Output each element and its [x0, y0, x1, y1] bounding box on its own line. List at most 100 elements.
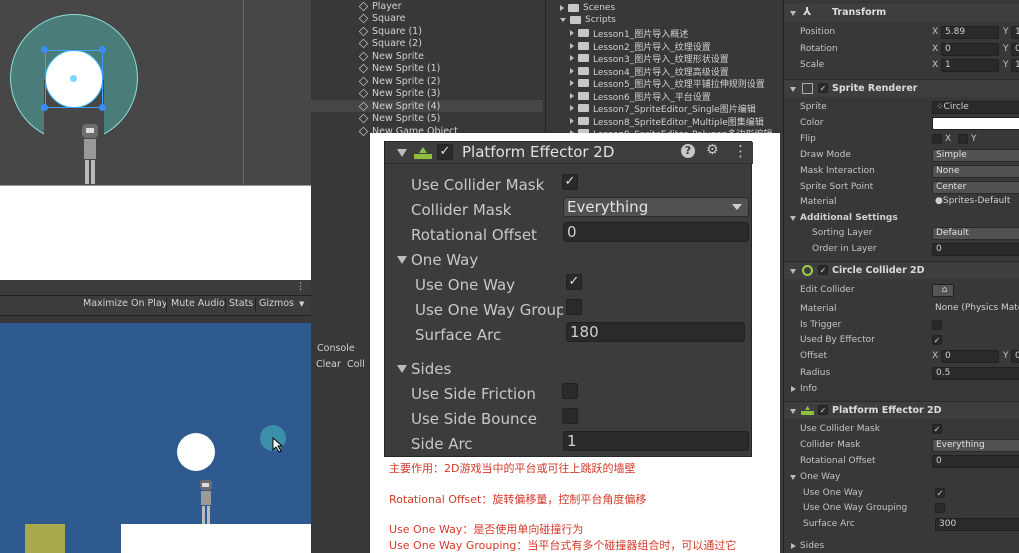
offset-x-field[interactable]: 0 — [941, 350, 999, 363]
pivot-handle[interactable] — [70, 75, 77, 82]
expand-icon[interactable] — [570, 30, 574, 36]
game-view[interactable] — [0, 323, 311, 553]
use-collider-mask-checkbox[interactable]: ✓ — [562, 174, 578, 190]
use-side-bounce-checkbox[interactable] — [562, 408, 578, 424]
use-side-friction-checkbox[interactable] — [562, 383, 578, 399]
fold-icon[interactable] — [397, 149, 407, 157]
mask-interaction-dropdown[interactable]: None — [932, 165, 1019, 178]
collapse-icon[interactable] — [560, 18, 566, 22]
rect-handle[interactable] — [99, 104, 106, 111]
hierarchy-item[interactable]: Square — [358, 12, 405, 24]
console-collapse-button[interactable]: Coll — [347, 359, 365, 370]
expand-icon[interactable] — [791, 386, 796, 392]
hierarchy-item[interactable]: Square (1) — [358, 25, 422, 37]
collider-mask-dropdown[interactable]: Everything — [932, 439, 1019, 452]
rect-handle[interactable] — [99, 46, 106, 53]
hierarchy-panel[interactable]: Player Square Square (1) Square (2) New … — [311, 0, 543, 137]
expand-icon[interactable] — [791, 543, 796, 549]
sprite-field[interactable]: ⁘Circle — [932, 101, 1019, 114]
preset-icon[interactable]: ⚙ — [706, 142, 719, 158]
material-field[interactable]: ●Sprites-Default — [932, 196, 1019, 209]
fold-icon[interactable] — [790, 11, 796, 16]
console-clear-button[interactable]: Clear — [316, 359, 341, 370]
hierarchy-item[interactable]: New Sprite — [358, 50, 424, 62]
circle-collider-header[interactable]: ✓ Circle Collider 2D — [784, 261, 1019, 279]
transform-header[interactable]: ⅄ Transform — [784, 4, 1019, 22]
draw-mode-dropdown[interactable]: Simple — [932, 149, 1019, 162]
sides-foldout[interactable]: Sides — [385, 356, 753, 381]
scene-view[interactable] — [0, 0, 311, 280]
hierarchy-item[interactable]: New Sprite (2) — [358, 75, 440, 87]
folder-item[interactable]: Lesson2_图片导入_纹理设置 — [570, 40, 711, 53]
one-way-foldout[interactable]: One Way — [385, 247, 753, 272]
expand-icon[interactable] — [560, 5, 564, 11]
fold-icon[interactable] — [790, 409, 796, 414]
is-trigger-checkbox[interactable] — [932, 320, 942, 330]
folder-item[interactable]: Lesson4_图片导入_纹理高级设置 — [570, 65, 729, 78]
expand-icon[interactable] — [570, 93, 574, 99]
enabled-checkbox[interactable]: ✓ — [818, 265, 828, 275]
fold-icon[interactable] — [397, 256, 407, 264]
folder-item[interactable]: Scripts — [560, 14, 616, 26]
use-one-way-checkbox[interactable]: ✓ — [566, 274, 582, 290]
mute-audio-button[interactable]: Mute Audio — [171, 298, 225, 309]
edit-collider-button[interactable]: ⌂ — [932, 284, 954, 297]
enabled-checkbox[interactable]: ✓ — [437, 144, 453, 160]
rotational-offset-field[interactable]: 0 — [932, 455, 1019, 468]
hierarchy-item[interactable]: New Sprite (5) — [358, 112, 440, 124]
folder-item[interactable]: Lesson6_图片导入_平台设置 — [570, 90, 711, 103]
rotational-offset-field[interactable]: 0 — [563, 222, 749, 242]
collider-mask-dropdown[interactable]: Everything — [563, 197, 749, 217]
order-in-layer-field[interactable]: 0 — [932, 243, 1019, 256]
use-collider-mask-checkbox[interactable]: ✓ — [932, 424, 942, 434]
folder-item[interactable]: Lesson3_图片导入_纹理形状设置 — [570, 52, 729, 65]
fold-icon[interactable] — [790, 269, 796, 274]
fold-icon[interactable] — [790, 475, 796, 480]
gizmos-dropdown-icon[interactable]: ▼ — [299, 300, 304, 308]
position-x-field[interactable]: 5.89 — [941, 26, 999, 39]
one-way-foldout[interactable]: One Way — [784, 470, 1019, 485]
maximize-on-play-button[interactable]: Maximize On Play — [83, 298, 167, 309]
info-foldout[interactable]: Info — [784, 382, 1019, 397]
folder-item[interactable]: Lesson8_SpriteEditor_Multiple图集编辑 — [570, 115, 764, 128]
rotation-y-field[interactable]: 0 — [1011, 43, 1019, 56]
project-panel[interactable]: Scenes Scripts Lesson1_图片导入概述 Lesson2_图片… — [545, 0, 782, 140]
platform-effector-header[interactable]: ✓ Platform Effector 2D — [784, 401, 1019, 419]
flip-y-checkbox[interactable] — [958, 134, 968, 144]
offset-y-field[interactable]: 0 — [1011, 350, 1019, 363]
collider-material-field[interactable]: None (Physics Mate — [932, 303, 1019, 316]
expand-icon[interactable] — [570, 55, 574, 61]
folder-item[interactable]: Lesson7_SpriteEditor_Single图片编辑 — [570, 102, 756, 115]
hierarchy-item[interactable]: Square (2) — [358, 37, 422, 49]
surface-arc-field[interactable]: 180 — [566, 322, 745, 342]
fold-icon[interactable] — [790, 216, 796, 221]
rect-handle[interactable] — [41, 104, 48, 111]
expand-icon[interactable] — [570, 118, 574, 124]
more-icon[interactable]: ⋮ — [296, 281, 306, 292]
more-icon[interactable]: ⋮ — [733, 142, 748, 160]
expand-icon[interactable] — [570, 43, 574, 49]
enabled-checkbox[interactable]: ✓ — [818, 405, 828, 415]
use-one-way-grouping-checkbox[interactable] — [935, 503, 945, 513]
fold-icon[interactable] — [397, 365, 407, 373]
enabled-checkbox[interactable]: ✓ — [818, 83, 828, 93]
side-arc-field[interactable]: 1 — [563, 431, 749, 451]
radius-field[interactable]: 0.5 — [932, 367, 1019, 380]
flip-x-checkbox[interactable] — [932, 134, 942, 144]
hierarchy-item[interactable]: Player — [358, 0, 402, 12]
color-swatch[interactable] — [932, 117, 1019, 130]
help-icon[interactable]: ? — [681, 144, 695, 158]
component-header[interactable]: ✓ Platform Effector 2D ? ⚙ ⋮ — [385, 142, 753, 164]
hierarchy-item[interactable]: New Sprite (1) — [358, 62, 440, 74]
expand-icon[interactable] — [570, 80, 574, 86]
sprite-sort-point-dropdown[interactable]: Center — [932, 181, 1019, 194]
use-one-way-grouping-checkbox[interactable] — [566, 299, 582, 315]
additional-settings-foldout[interactable]: Additional Settings — [784, 211, 1019, 226]
expand-icon[interactable] — [570, 68, 574, 74]
scale-y-field[interactable]: 1 — [1011, 59, 1019, 72]
hierarchy-item[interactable]: New Sprite (3) — [358, 87, 440, 99]
gizmos-button[interactable]: Gizmos — [259, 298, 294, 309]
rect-handle[interactable] — [41, 46, 48, 53]
position-y-field[interactable]: 1 — [1011, 26, 1019, 39]
stats-button[interactable]: Stats — [229, 298, 253, 309]
